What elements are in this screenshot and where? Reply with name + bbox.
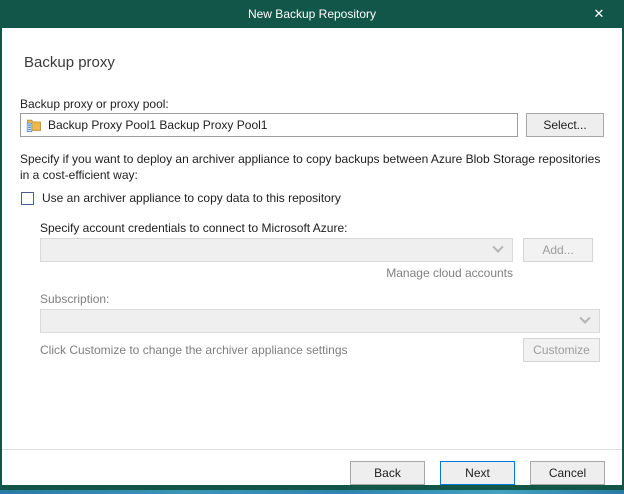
select-button[interactable]: Select... — [526, 113, 604, 137]
cancel-button[interactable]: Cancel — [530, 461, 605, 485]
customize-hint: Click Customize to change the archiver a… — [40, 343, 348, 357]
proxy-pool-icon — [26, 117, 42, 133]
archiver-checkbox[interactable]: Use an archiver appliance to copy data t… — [21, 191, 341, 205]
manage-cloud-accounts-link[interactable]: Manage cloud accounts — [40, 266, 513, 280]
close-icon: ✕ — [594, 6, 605, 22]
proxy-pool-label: Backup proxy or proxy pool: — [20, 97, 169, 111]
add-button: Add... — [523, 238, 593, 262]
chevron-down-icon — [492, 242, 503, 253]
window-border-left — [0, 28, 2, 489]
back-button[interactable]: Back — [350, 461, 425, 485]
titlebar: New Backup Repository ✕ — [0, 0, 624, 28]
bottom-accent-strip — [0, 490, 624, 494]
archiver-description: Specify if you want to deploy an archive… — [20, 151, 608, 183]
new-backup-repository-dialog: New Backup Repository ✕ Backup proxy Bac… — [0, 0, 624, 494]
subscription-label: Subscription: — [40, 292, 109, 306]
customize-button: Customize — [523, 338, 600, 362]
subscription-dropdown — [40, 309, 600, 333]
window-title: New Backup Repository — [248, 7, 376, 21]
credentials-label: Specify account credentials to connect t… — [40, 221, 348, 235]
close-button[interactable]: ✕ — [582, 0, 616, 28]
next-button[interactable]: Next — [440, 461, 515, 485]
credentials-dropdown — [40, 238, 513, 262]
proxy-pool-input[interactable]: Backup Proxy Pool1 Backup Proxy Pool1 — [20, 113, 518, 137]
proxy-pool-value: Backup Proxy Pool1 Backup Proxy Pool1 — [48, 118, 267, 132]
checkbox-box-icon[interactable] — [21, 192, 34, 205]
page-title: Backup proxy — [24, 54, 115, 71]
footer-divider — [2, 449, 622, 450]
archiver-checkbox-label: Use an archiver appliance to copy data t… — [42, 191, 341, 205]
chevron-down-icon — [579, 313, 590, 324]
